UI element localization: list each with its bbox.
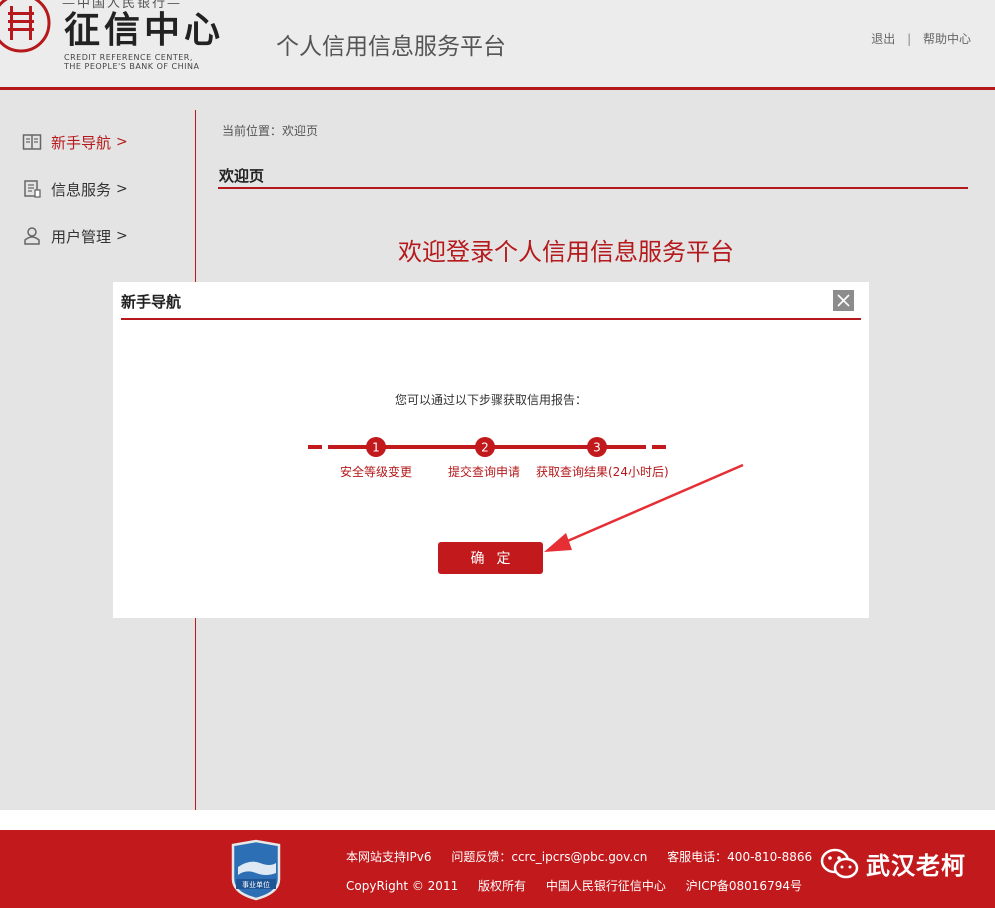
sidebar-item-user-management[interactable]: 用户管理 > [22, 224, 128, 248]
badge-label: 事业单位 [242, 880, 270, 889]
rights-text: 版权所有 [478, 879, 527, 893]
step-number: 3 [593, 441, 601, 455]
sidebar-item-label: 用户管理 [51, 227, 112, 246]
help-center-link[interactable]: 帮助中心 [923, 32, 971, 46]
chevron-right-icon: > [116, 181, 128, 197]
service-phone: 客服电话：400-810-8866 [667, 850, 813, 864]
steps-progress: 1 2 3 [308, 437, 666, 457]
org-name: 中国人民银行征信中心 [545, 879, 666, 893]
sidebar-item-info-service[interactable]: 信息服务 > [22, 177, 128, 201]
logo-english-line-1: CREDIT REFERENCE CENTER, [64, 53, 193, 62]
book-icon [22, 134, 42, 150]
user-icon [24, 227, 40, 245]
document-icon [24, 180, 41, 198]
logo-main-text: 征信中心 [64, 9, 225, 51]
seal-logo-icon [0, 0, 51, 53]
chevron-right-icon: > [116, 228, 128, 244]
wechat-icon [820, 848, 859, 878]
step-number: 1 [372, 441, 380, 455]
logo-english-line-2: THE PEOPLE'S BANK OF CHINA [64, 62, 200, 71]
link-separator: | [907, 32, 912, 46]
page-footer: 事业单位 本网站支持IPv6 问题反馈：ccrc_ipcrs@pbc.gov.c… [0, 830, 995, 908]
modal-instruction: 您可以通过以下步骤获取信用报告： [394, 393, 587, 407]
page-title: 欢迎页 [219, 167, 265, 185]
step-label: 提交查询申请 [448, 465, 521, 479]
step-number: 2 [481, 441, 489, 455]
sidebar-item-label: 信息服务 [51, 180, 112, 199]
feedback-email[interactable]: 问题反馈：ccrc_ipcrs@pbc.gov.cn [451, 850, 647, 864]
step-label: 获取查询结果(24小时后) [536, 465, 669, 479]
footer-line-1: 本网站支持IPv6 问题反馈：ccrc_ipcrs@pbc.gov.cn 客服电… [346, 848, 812, 865]
copyright-text: CopyRight © 2011 [346, 879, 459, 893]
modal-close-button[interactable] [833, 290, 854, 311]
beginner-guide-modal: 新手导航 您可以通过以下步骤获取信用报告： 1 2 3 安全等级变更 提交查询申… [113, 282, 869, 618]
public-institution-badge-icon: 事业单位 [231, 839, 281, 901]
ipv6-notice: 本网站支持IPv6 [346, 850, 432, 864]
confirm-button[interactable]: 确定 [438, 542, 543, 574]
wechat-watermark: 武汉老柯 [820, 846, 966, 881]
chevron-right-icon: > [116, 134, 128, 150]
wechat-account-name: 武汉老柯 [866, 852, 966, 880]
platform-title: 个人信用信息服务平台 [276, 34, 506, 60]
header-links: 退出 | 帮助中心 [871, 30, 971, 47]
close-icon [837, 294, 850, 307]
title-divider [218, 187, 968, 189]
icp-number[interactable]: 沪ICP备08016794号 [686, 879, 802, 893]
modal-title: 新手导航 [121, 293, 182, 311]
logout-link[interactable]: 退出 [871, 32, 895, 46]
page-header: —中国人民银行— 征信中心 CREDIT REFERENCE CENTER, T… [0, 0, 995, 90]
footer-spacer [0, 810, 995, 830]
footer-line-2: CopyRight © 2011 版权所有 中国人民银行征信中心 沪ICP备08… [346, 877, 802, 894]
sidebar-item-beginner-guide[interactable]: 新手导航 > [22, 130, 128, 154]
step-label: 安全等级变更 [340, 465, 413, 479]
welcome-heading: 欢迎登录个人信用信息服务平台 [398, 238, 734, 266]
breadcrumb: 当前位置：欢迎页 [222, 124, 319, 138]
sidebar-item-label: 新手导航 [51, 133, 112, 152]
modal-title-divider [121, 318, 861, 320]
